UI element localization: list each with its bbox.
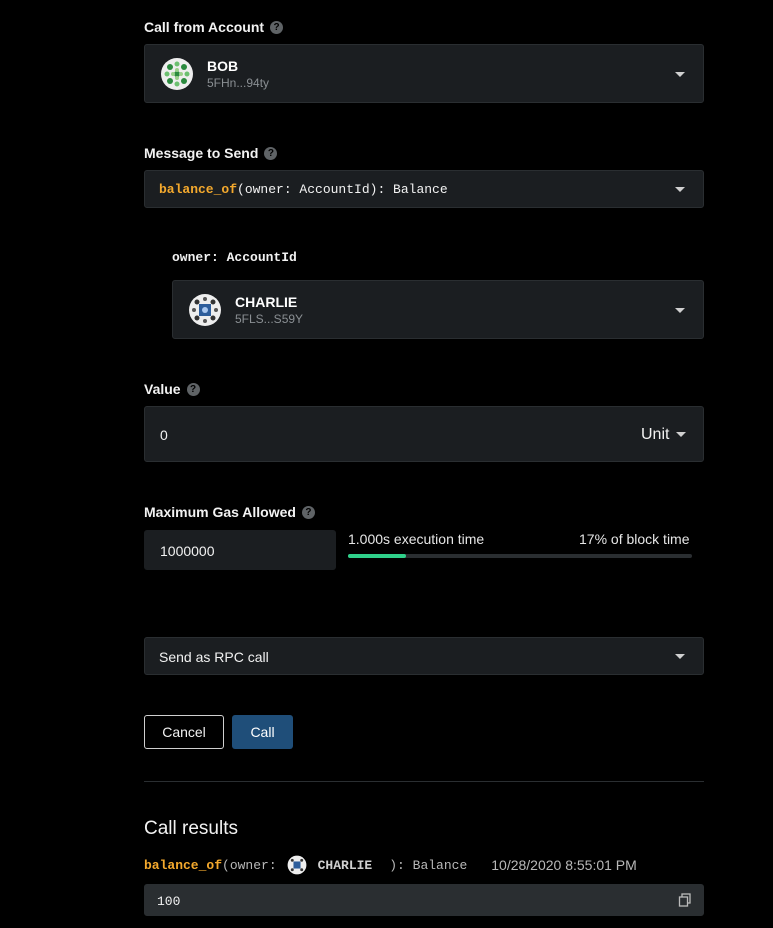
call-button[interactable]: Call [232, 715, 293, 749]
message-fn-signature: (owner: AccountId): Balance [237, 182, 448, 197]
gas-block-time: 17% of block time [579, 531, 690, 547]
gas-label: Maximum Gas Allowed ? [144, 504, 315, 520]
value-field: 0 Unit [144, 406, 704, 462]
chevron-down-icon [675, 654, 685, 659]
result-sig-open: (owner: [222, 857, 277, 873]
message-label: Message to Send ? [144, 145, 278, 161]
result-signature: balance_of (owner: CHARLIE ): Balance 10… [144, 855, 637, 875]
chevron-down-icon [675, 308, 685, 313]
param-owner-account-select[interactable]: CHARLIE 5FLS...S59Y [172, 280, 704, 339]
message-select[interactable]: balance_of(owner: AccountId): Balance [144, 170, 704, 208]
chevron-down-icon [676, 432, 686, 437]
call-from-account-name: BOB [207, 58, 239, 74]
call-from-label: Call from Account ? [144, 19, 284, 35]
call-from-account-select[interactable]: BOB 5FHn...94ty [144, 44, 704, 103]
result-output-box: 100 [144, 884, 704, 916]
gas-progress-track [348, 554, 692, 558]
message-selected-value: balance_of(owner: AccountId): Balance [159, 182, 448, 197]
call-from-label-text: Call from Account [144, 19, 265, 35]
gas-input[interactable]: 1000000 [144, 530, 336, 570]
unit-select[interactable]: Unit [641, 426, 669, 444]
identicon-charlie-icon [189, 294, 221, 326]
identicon-charlie-icon [287, 855, 307, 875]
gas-input-value: 1000000 [160, 543, 215, 559]
copy-icon[interactable] [678, 893, 692, 907]
param-owner-label: owner: AccountId [172, 250, 297, 265]
help-icon[interactable]: ? [270, 20, 284, 34]
gas-label-text: Maximum Gas Allowed [144, 504, 296, 520]
value-label: Value ? [144, 381, 200, 397]
param-account-address: 5FLS...S59Y [235, 312, 304, 326]
chevron-down-icon [675, 187, 685, 192]
gas-progress-fill [348, 554, 407, 558]
param-account-name: CHARLIE [235, 294, 298, 310]
help-icon[interactable]: ? [301, 505, 315, 519]
help-icon[interactable]: ? [264, 146, 278, 160]
result-sig-close: ): Balance [389, 857, 468, 873]
divider [144, 781, 704, 782]
gas-execution-time: 1.000s execution time [348, 531, 485, 547]
result-timestamp: 10/28/2020 8:55:01 PM [491, 857, 637, 873]
chevron-down-icon [675, 72, 685, 77]
send-mode-value: Send as RPC call [159, 649, 269, 665]
value-label-text: Value [144, 381, 181, 397]
call-results-heading: Call results [144, 818, 238, 839]
message-label-text: Message to Send [144, 145, 259, 161]
help-icon[interactable]: ? [186, 382, 200, 396]
identicon-bob-icon [161, 58, 193, 90]
call-from-account-address: 5FHn...94ty [207, 76, 270, 90]
result-output-value: 100 [157, 894, 181, 909]
result-account-name: CHARLIE [317, 857, 373, 873]
cancel-button[interactable]: Cancel [144, 715, 224, 749]
result-fn-name: balance_of [144, 857, 223, 873]
send-mode-select[interactable]: Send as RPC call [144, 637, 704, 675]
value-input[interactable]: 0 [160, 427, 168, 443]
message-fn-name: balance_of [159, 182, 238, 197]
